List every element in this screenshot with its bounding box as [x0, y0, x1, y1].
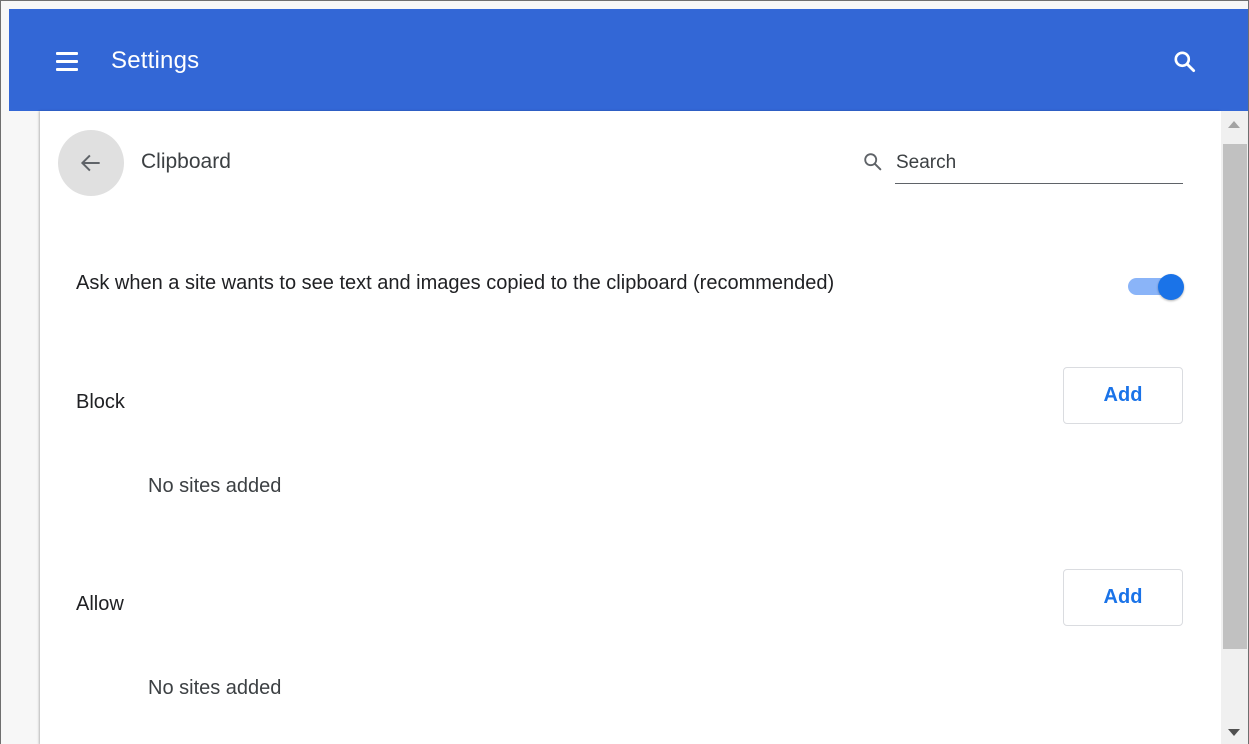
- clipboard-permission-toggle[interactable]: [1126, 273, 1184, 300]
- allow-add-button[interactable]: Add: [1063, 569, 1183, 626]
- menu-line: [56, 52, 78, 55]
- settings-toolbar: Settings: [9, 9, 1248, 111]
- allow-empty-text: No sites added: [148, 677, 282, 699]
- scroll-up-arrow-icon[interactable]: [1228, 121, 1240, 128]
- page-title: Clipboard: [141, 150, 231, 173]
- menu-line: [56, 60, 78, 63]
- search-icon: [864, 153, 882, 171]
- search-field: [860, 147, 1183, 185]
- scrollbar-thumb[interactable]: [1223, 144, 1247, 649]
- search-input[interactable]: [896, 149, 1176, 177]
- back-button[interactable]: [58, 130, 124, 196]
- clipboard-settings-card: Clipboard Ask when a site wants to see t…: [40, 111, 1221, 744]
- toggle-knob: [1158, 274, 1184, 300]
- clipboard-permission-label: Ask when a site wants to see text and im…: [76, 272, 835, 294]
- vertical-scrollbar[interactable]: [1221, 111, 1248, 744]
- search-underline: [895, 183, 1183, 184]
- block-add-button[interactable]: Add: [1063, 367, 1183, 424]
- arrow-left-icon: [80, 154, 100, 172]
- block-empty-text: No sites added: [148, 475, 282, 497]
- search-icon[interactable]: [1172, 49, 1198, 75]
- app-title: Settings: [111, 47, 200, 74]
- clipboard-permission-row: Ask when a site wants to see text and im…: [76, 266, 1184, 306]
- settings-window: Settings Clipboard Search Ask when a sit…: [0, 0, 1249, 744]
- allow-section-heading: Allow: [76, 593, 124, 615]
- menu-line: [56, 68, 78, 71]
- scroll-down-arrow-icon[interactable]: [1228, 729, 1240, 736]
- settings-content: Clipboard Ask when a site wants to see t…: [9, 111, 1221, 744]
- hamburger-menu-icon[interactable]: [54, 49, 82, 73]
- block-section-heading: Block: [76, 391, 125, 413]
